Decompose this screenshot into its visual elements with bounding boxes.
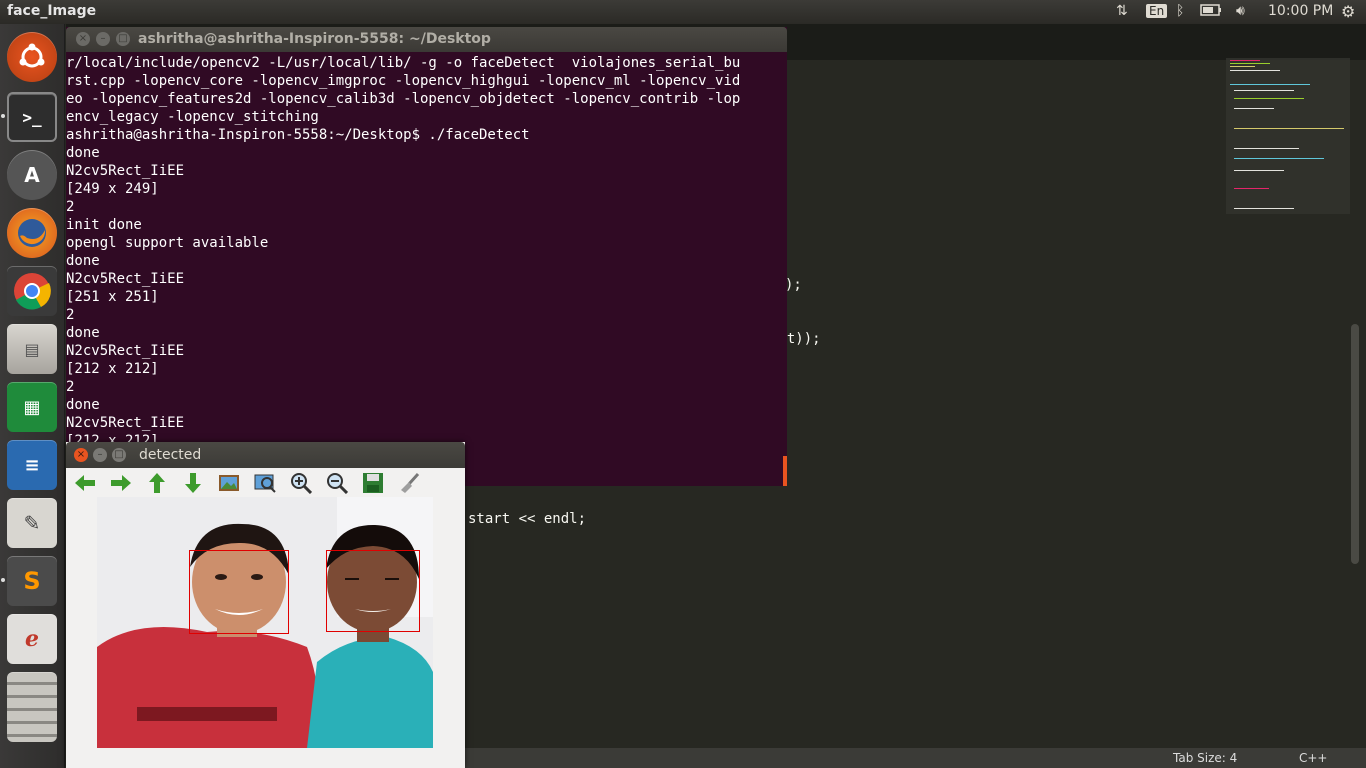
face-detection-box: [189, 550, 289, 634]
maximize-icon[interactable]: □: [116, 32, 130, 46]
active-app-title: face_Image: [7, 3, 97, 19]
terminal-output[interactable]: r/local/include/opencv2 -L/usr/local/lib…: [66, 54, 787, 468]
editor-scrollbar[interactable]: [1351, 324, 1359, 564]
syntax-indicator[interactable]: C++: [1299, 751, 1328, 765]
terminal-line: ashritha@ashritha-Inspiron-5558:~/Deskto…: [66, 127, 530, 143]
calc-icon[interactable]: ▦: [7, 382, 57, 432]
up-arrow-icon[interactable]: [144, 470, 170, 496]
bluetooth-icon[interactable]: ᛒ: [1176, 3, 1184, 19]
unity-launcher: >_ A ▤ ▦ ≡ ✎ S ℯ: [0, 24, 65, 768]
running-indicator: [1, 114, 5, 118]
minimize-icon[interactable]: –: [96, 32, 110, 46]
software-updater-icon[interactable]: A: [7, 150, 57, 200]
text-editor-icon[interactable]: ✎: [7, 498, 57, 548]
gear-icon[interactable]: ⚙: [1341, 2, 1355, 21]
zoom-out-icon[interactable]: [324, 470, 350, 496]
close-icon[interactable]: ×: [74, 448, 88, 462]
terminal-line: opengl support available: [66, 235, 269, 251]
files-icon[interactable]: ▤: [7, 324, 57, 374]
network-icon[interactable]: ⇅: [1116, 3, 1128, 19]
terminal-line: r/local/include/opencv2 -L/usr/local/lib…: [66, 55, 741, 71]
terminal-line: [251 x 251]: [66, 289, 159, 305]
volume-icon[interactable]: 🔊︎: [1236, 3, 1245, 19]
maximize-icon[interactable]: □: [112, 448, 126, 462]
terminal-line: rst.cpp -lopencv_core -lopencv_imgproc -…: [66, 73, 741, 89]
firefox-icon[interactable]: [7, 208, 57, 258]
forward-arrow-icon[interactable]: [108, 470, 134, 496]
save-icon[interactable]: [360, 470, 386, 496]
tab-size-indicator[interactable]: Tab Size: 4: [1173, 751, 1237, 765]
keyboard-language-indicator[interactable]: En: [1146, 4, 1168, 18]
detected-status-area: [66, 748, 465, 768]
terminal-line: 2: [66, 307, 75, 323]
detected-titlebar[interactable]: × – □ detected: [66, 442, 465, 468]
terminal-line: encv_legacy -lopencv_stitching: [66, 109, 319, 125]
clear-icon[interactable]: [396, 470, 422, 496]
terminal-titlebar[interactable]: × – □ ashritha@ashritha-Inspiron-5558: ~…: [66, 27, 787, 52]
battery-icon[interactable]: [1200, 3, 1222, 21]
terminal-icon[interactable]: >_: [7, 92, 57, 142]
terminal-window[interactable]: × – □ ashritha@ashritha-Inspiron-5558: ~…: [66, 27, 787, 486]
terminal-line: N2cv5Rect_IiEE: [66, 343, 185, 359]
terminal-line: N2cv5Rect_IiEE: [66, 415, 185, 431]
ubuntu-logo-icon[interactable]: [7, 32, 57, 82]
face-detection-box: [326, 550, 420, 632]
terminal-cursor: [783, 456, 787, 486]
terminal-line: init done: [66, 217, 142, 233]
terminal-line: eo -lopencv_features2d -lopencv_calib3d …: [66, 91, 741, 107]
editor-minimap[interactable]: [1226, 58, 1350, 214]
evince-icon[interactable]: ℯ: [7, 614, 57, 664]
terminal-line: done: [66, 325, 100, 341]
minimize-icon[interactable]: –: [93, 448, 107, 462]
terminal-line: done: [66, 397, 100, 413]
clock[interactable]: 10:00 PM: [1268, 3, 1333, 19]
code-fragment-3: start << endl;: [468, 511, 587, 527]
terminal-line: [212 x 212]: [66, 361, 159, 377]
close-icon[interactable]: ×: [76, 32, 90, 46]
terminal-line: 2: [66, 379, 75, 395]
zoom-fit-icon[interactable]: [252, 470, 278, 496]
terminal-title: ashritha@ashritha-Inspiron-5558: ~/Deskt…: [138, 31, 491, 47]
detected-image: [97, 497, 433, 748]
detected-window[interactable]: × – □ detected: [66, 442, 465, 768]
zoom-in-icon[interactable]: [288, 470, 314, 496]
terminal-line: [249 x 249]: [66, 181, 159, 197]
back-arrow-icon[interactable]: [72, 470, 98, 496]
terminal-line: N2cv5Rect_IiEE: [66, 163, 185, 179]
terminal-line: N2cv5Rect_IiEE: [66, 271, 185, 287]
sublime-icon[interactable]: S: [7, 556, 57, 606]
image-toolbar: [70, 470, 460, 498]
running-indicator: [1, 578, 5, 582]
detected-title: detected: [139, 447, 202, 463]
chrome-icon[interactable]: [7, 266, 57, 316]
code-fragment-1: );: [785, 277, 802, 293]
top-panel: face_Image ⇅ En ᛒ 🔊︎ 10:00 PM ⚙: [0, 0, 1366, 24]
writer-icon[interactable]: ≡: [7, 440, 57, 490]
terminal-line: done: [66, 145, 100, 161]
image-icon[interactable]: [216, 470, 242, 496]
launcher-overflow-stack[interactable]: [7, 672, 57, 742]
terminal-line: done: [66, 253, 100, 269]
down-arrow-icon[interactable]: [180, 470, 206, 496]
terminal-line: 2: [66, 199, 75, 215]
